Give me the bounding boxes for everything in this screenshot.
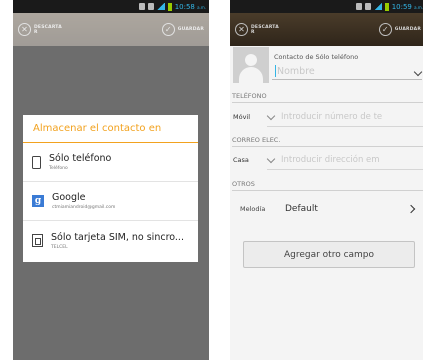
- phone-row: Móvil Introducir número de te: [230, 107, 423, 127]
- left-screen: 10:58 a.m. ✕ DESCARTA R ✓ GUARDAR Almace…: [13, 0, 209, 360]
- email-input[interactable]: Introducir dirección em: [281, 155, 380, 165]
- vibrate-icon: [364, 3, 371, 10]
- status-bar: 10:59 a.m.: [230, 0, 423, 13]
- chevron-down-icon[interactable]: [266, 154, 276, 163]
- signal-icon: [373, 3, 382, 10]
- option-sim-only[interactable]: Sólo tarjeta SIM, no sincro... TELCEL: [23, 221, 198, 260]
- phone-type-selector[interactable]: Móvil: [230, 113, 268, 121]
- add-field-button[interactable]: Agregar otro campo: [243, 241, 415, 268]
- option-sub: Teléfono: [49, 166, 68, 171]
- save-label: GUARDAR: [394, 27, 421, 32]
- status-time: 10:58 a.m.: [174, 2, 206, 11]
- save-button[interactable]: ✓ GUARDAR: [378, 23, 421, 36]
- sim-card-icon: [32, 234, 43, 247]
- store-contact-dialog: Almacenar el contacto en Sólo teléfono T…: [23, 115, 198, 262]
- email-section-header: CORREO ELEC.: [232, 136, 423, 147]
- google-icon: g: [32, 195, 44, 207]
- right-screen: 10:59 a.m. ✕ DESCARTA R ✓ GUARDAR Contac…: [230, 0, 423, 360]
- close-icon: ✕: [18, 23, 31, 36]
- save-button[interactable]: ✓ GUARDAR: [161, 23, 204, 36]
- option-label: Sólo teléfono: [49, 153, 112, 164]
- avatar-body: [239, 67, 263, 83]
- save-label: GUARDAR: [177, 27, 204, 32]
- status-time: 10:59 a.m.: [391, 2, 423, 11]
- option-phone-only[interactable]: Sólo teléfono Teléfono: [23, 143, 198, 182]
- option-label: Sólo tarjeta SIM, no sincro...: [51, 231, 184, 243]
- chevron-down-icon[interactable]: [266, 111, 276, 120]
- melody-label: Melodía: [240, 205, 266, 213]
- divider: [267, 169, 423, 170]
- discard-label: DESCARTA R: [34, 24, 62, 35]
- notification-icon: [138, 3, 145, 10]
- action-bar: ✕ DESCARTA R ✓ GUARDAR: [13, 13, 209, 46]
- phone-number-input[interactable]: Introducir número de te: [281, 112, 382, 122]
- discard-label: DESCARTA R: [251, 24, 279, 35]
- status-bar: 10:58 a.m.: [13, 0, 209, 13]
- check-icon: ✓: [378, 23, 392, 36]
- option-sub: ctmiamiandroid@gmail.com: [52, 205, 116, 210]
- melody-row[interactable]: Melodía Default: [230, 198, 423, 220]
- text-cursor: [275, 65, 276, 77]
- contact-type-label: Contacto de Sólo teléfono: [274, 53, 359, 61]
- option-sub: TELCEL: [51, 244, 68, 250]
- option-label: Google: [52, 192, 86, 203]
- notification-icon: [355, 3, 362, 10]
- discard-button[interactable]: ✕ DESCARTA R: [18, 23, 62, 36]
- signal-icon: [156, 3, 165, 10]
- battery-icon: [167, 2, 172, 11]
- melody-value: Default: [285, 204, 318, 214]
- others-section-header: OTROS: [232, 180, 423, 191]
- chevron-right-icon: [406, 204, 416, 214]
- phone-icon: [32, 155, 41, 169]
- option-google[interactable]: g Google ctmiamiandroid@gmail.com: [23, 182, 198, 221]
- discard-button[interactable]: ✕ DESCARTA R: [235, 23, 279, 36]
- contact-photo[interactable]: [233, 47, 269, 83]
- action-bar: ✕ DESCARTA R ✓ GUARDAR: [230, 13, 423, 46]
- dialog-title: Almacenar el contacto en: [23, 115, 198, 143]
- name-field[interactable]: Nombre: [272, 63, 422, 80]
- avatar-head: [245, 54, 257, 66]
- name-placeholder: Nombre: [277, 65, 315, 77]
- phone-section-header: TELÉFONO: [232, 92, 423, 103]
- divider: [267, 126, 423, 127]
- vibrate-icon: [147, 3, 154, 10]
- close-icon: ✕: [235, 23, 248, 36]
- email-type-selector[interactable]: Casa: [230, 156, 268, 164]
- check-icon: ✓: [161, 23, 175, 36]
- battery-icon: [384, 2, 389, 11]
- email-row: Casa Introducir dirección em: [230, 150, 423, 170]
